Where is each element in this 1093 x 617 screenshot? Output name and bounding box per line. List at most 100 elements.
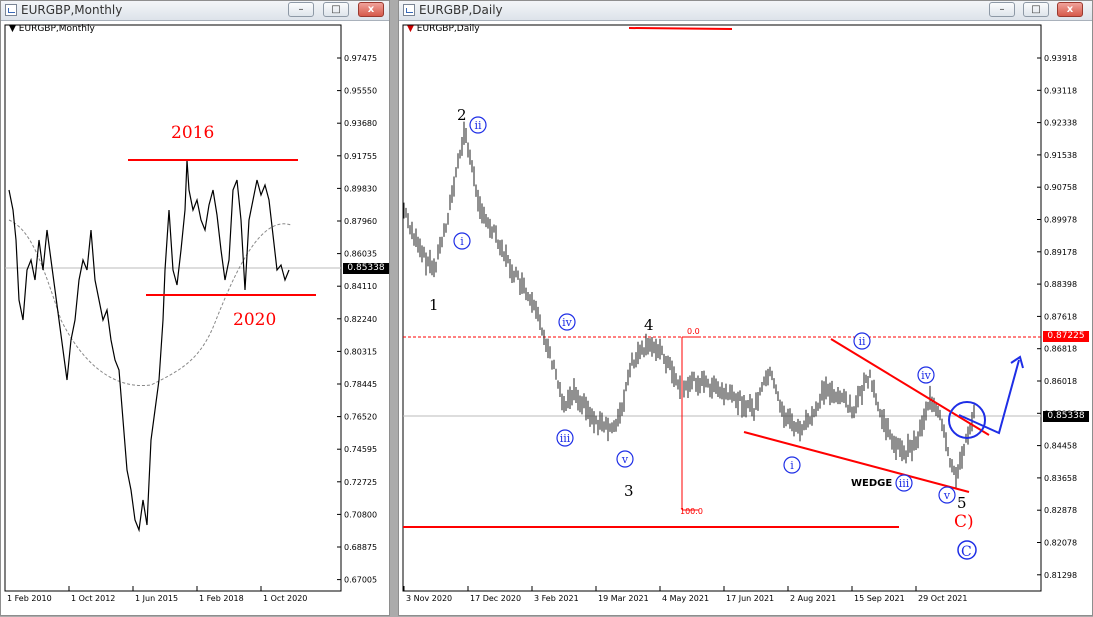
price-axis-label: 0.76520 (344, 413, 377, 422)
monthly-window-title: EURGBP,Monthly (21, 3, 123, 17)
breakout-circle (948, 401, 986, 439)
close-button[interactable]: x (1057, 2, 1083, 17)
price-axis-label: 0.89178 (1044, 248, 1077, 257)
price-axis-label: 0.87618 (1044, 312, 1077, 321)
fib-bottom-label: 100.0 (680, 507, 703, 516)
daily-plot-frame (402, 24, 1042, 592)
chart-window-icon (5, 4, 17, 16)
price-axis-label: 0.89830 (344, 184, 377, 193)
subwave-label: i (460, 235, 464, 248)
daily-level-price-box: 0.87225 (1043, 331, 1089, 342)
subwave-label: v (943, 489, 951, 502)
subwave-labels: iiiiviiiv iiiiviiiv (453, 116, 956, 504)
subwave-label: iv (921, 369, 932, 382)
monthly-plot-frame (4, 24, 342, 592)
chart-window-icon (403, 4, 415, 16)
price-axis-label: 0.82240 (344, 315, 377, 324)
daily-window-title: EURGBP,Daily (419, 3, 503, 17)
price-axis-label: 0.87960 (344, 217, 377, 226)
price-axis-label: 0.84110 (344, 282, 377, 291)
price-axis-label: 0.89978 (1044, 216, 1077, 225)
daily-price-bars (403, 121, 975, 489)
annotation-2016: 2016 (171, 123, 214, 143)
time-axis-label: 1 Feb 2010 (7, 594, 52, 603)
price-axis-label: 0.83658 (1044, 474, 1077, 483)
price-axis-label: 0.90758 (1044, 183, 1077, 192)
monthly-price-line (8, 159, 290, 533)
price-axis-label: 0.95550 (344, 87, 377, 96)
daily-price-axis: 0.93918 0.93118 0.92338 0.91538 0.90758 0.899… (1037, 54, 1077, 580)
price-axis-label: 0.68875 (344, 543, 377, 552)
monthly-title-bar[interactable]: EURGBP,Monthly – □ x (1, 1, 389, 21)
price-axis-label: 0.93680 (344, 119, 377, 128)
wave-1-label: 1 (429, 296, 439, 314)
time-axis-label: 17 Jun 2021 (726, 594, 774, 603)
wedge-upper-line (830, 338, 990, 436)
subwave-label: iii (899, 477, 910, 490)
time-axis-label: 1 Oct 2020 (263, 594, 307, 603)
wave-c-red-label: C) (954, 512, 974, 532)
time-axis-label: 19 Mar 2021 (598, 594, 649, 603)
price-axis-label: 0.93118 (1044, 86, 1077, 95)
subwave-label: i (790, 459, 794, 472)
daily-time-axis: 3 Nov 2020 17 Dec 2020 3 Feb 2021 19 Mar 20… (403, 586, 967, 603)
minimize-button[interactable]: – (989, 2, 1015, 17)
price-axis-label: 0.92338 (1044, 119, 1077, 128)
price-axis-label: 0.81298 (1044, 571, 1077, 580)
daily-chart-window[interactable]: EURGBP,Daily – □ x ▼ EURGBP,Daily 0.0 10… (398, 0, 1093, 616)
price-axis-label: 0.74595 (344, 445, 377, 454)
daily-current-price-box: 0.85338 (1043, 411, 1089, 422)
wedge-label: WEDGE (851, 478, 892, 489)
price-axis-label: 0.72725 (344, 478, 377, 487)
price-axis-label: 0.84458 (1044, 442, 1077, 451)
fib-top-label: 0.0 (687, 327, 700, 336)
wave-5-label: 5 (957, 494, 967, 512)
maximize-button[interactable]: □ (323, 2, 349, 17)
monthly-chart-area[interactable]: 2016 2020 0.974750.955500.936800.917550.… (1, 20, 391, 617)
time-axis-label: 3 Feb 2021 (534, 594, 579, 603)
wave-4-label: 4 (644, 316, 654, 334)
monthly-chart-window[interactable]: EURGBP,Monthly – □ x ▼ EURGBP,Monthly 20… (0, 0, 390, 616)
price-axis-label: 0.86018 (1044, 377, 1077, 386)
subwave-label: v (621, 453, 629, 466)
time-axis-label: 15 Sep 2021 (854, 594, 905, 603)
price-axis-label: 0.80315 (344, 347, 377, 356)
minimize-button[interactable]: – (288, 2, 314, 17)
price-axis-label: 0.86035 (344, 250, 377, 259)
price-axis-label: 0.91755 (344, 152, 377, 161)
maximize-button[interactable]: □ (1023, 2, 1049, 17)
annotation-2020: 2020 (233, 310, 276, 330)
daily-title-bar[interactable]: EURGBP,Daily – □ x (399, 1, 1092, 21)
monthly-current-price-box: 0.85338 (343, 263, 389, 274)
monthly-price-axis: 0.97475 0.95550 0.93680 0.91755 0.89830 0.879… (337, 54, 377, 585)
close-button[interactable]: x (358, 2, 384, 17)
price-axis-label: 0.70800 (344, 510, 377, 519)
price-axis-label: 0.97475 (344, 54, 377, 63)
time-axis-label: 1 Oct 2012 (71, 594, 115, 603)
subwave-label: ii (474, 119, 482, 132)
price-axis-label: 0.82078 (1044, 539, 1077, 548)
time-axis-label: 3 Nov 2020 (406, 594, 452, 603)
time-axis-label: 4 May 2021 (662, 594, 709, 603)
time-axis-label: 17 Dec 2020 (470, 594, 521, 603)
time-axis-label: 1 Jun 2015 (135, 594, 178, 603)
subwave-label: iv (562, 316, 573, 329)
price-axis-label: 0.86818 (1044, 345, 1077, 354)
price-axis-label: 0.91538 (1044, 151, 1077, 160)
price-axis-label: 0.93918 (1044, 54, 1077, 63)
time-axis-label: 1 Feb 2018 (199, 594, 244, 603)
price-axis-label: 0.82878 (1044, 506, 1077, 515)
wave-2-label: 2 (457, 106, 467, 124)
daily-chart-area[interactable]: 0.0 100.0 1 2 3 4 5 C) C iiiiviiiv iiiivi… (399, 20, 1093, 617)
monthly-moving-average (8, 219, 292, 387)
price-axis-label: 0.78445 (344, 380, 377, 389)
subwave-label: ii (858, 335, 866, 348)
top-red-line (628, 27, 733, 30)
price-axis-label: 0.88398 (1044, 280, 1077, 289)
subwave-label: iii (560, 432, 571, 445)
monthly-time-axis: 1 Feb 2010 1 Oct 2012 1 Jun 2015 1 Feb 2018… (4, 586, 307, 603)
price-axis-label: 0.67005 (344, 576, 377, 585)
time-axis-label: 29 Oct 2021 (918, 594, 967, 603)
time-axis-label: 2 Aug 2021 (790, 594, 836, 603)
wave-3-label: 3 (624, 482, 634, 500)
